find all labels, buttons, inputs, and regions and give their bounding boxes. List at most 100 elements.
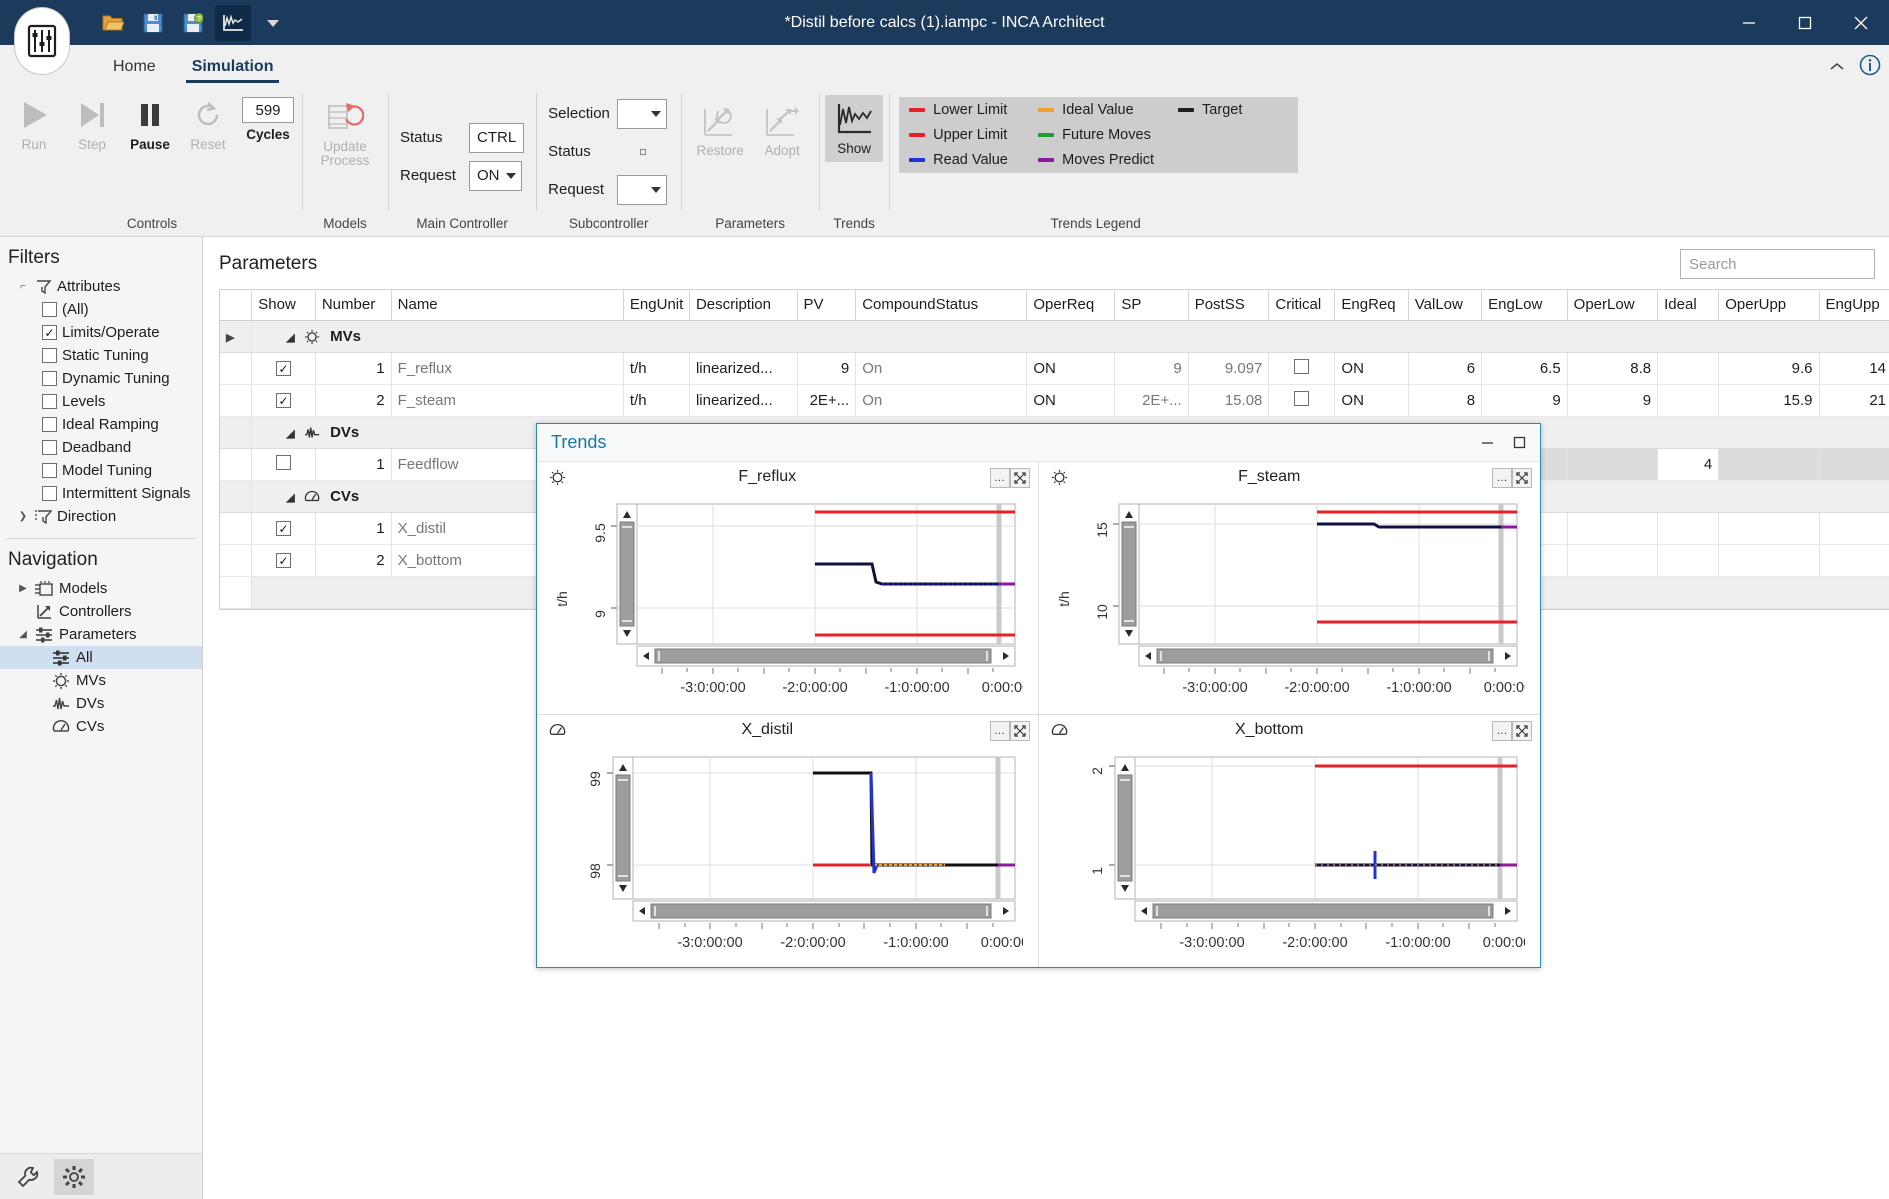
sc-request-select[interactable] <box>617 175 667 205</box>
th-engupp[interactable]: EngUpp <box>1819 290 1889 320</box>
th-compoundstatus[interactable]: CompoundStatus <box>856 290 1027 320</box>
help-button[interactable] <box>1859 54 1881 80</box>
cell-show[interactable] <box>252 448 316 480</box>
sidebar-item-mvs[interactable]: MVs <box>0 669 202 692</box>
restore-button[interactable]: Restore <box>689 99 751 164</box>
adopt-button[interactable]: Adopt <box>753 99 811 164</box>
run-button[interactable]: Run <box>6 91 62 158</box>
chart-expand-button[interactable] <box>1010 468 1030 488</box>
checkbox[interactable] <box>42 302 57 317</box>
minimize-button[interactable] <box>1721 0 1777 45</box>
th-engreq[interactable]: EngReq <box>1335 290 1408 320</box>
th-englow[interactable]: EngLow <box>1482 290 1568 320</box>
open-button[interactable] <box>95 5 131 41</box>
sidebar-item-models[interactable]: ▶ Models <box>0 577 202 600</box>
filter-static-tuning[interactable]: Static Tuning <box>0 344 202 367</box>
search-box[interactable] <box>1680 249 1875 279</box>
sidebar-item-dvs[interactable]: DVs <box>0 692 202 715</box>
chart-more-button[interactable]: … <box>990 721 1010 741</box>
collapse-twisty-icon[interactable]: ⌐ <box>16 281 30 292</box>
chart-more-button[interactable]: … <box>1492 721 1512 741</box>
qat-more-button[interactable] <box>255 5 291 41</box>
th-number[interactable]: Number <box>315 290 391 320</box>
show-trends-button[interactable]: Show <box>825 95 883 162</box>
chart-expand-button[interactable] <box>1512 721 1532 741</box>
cell-show[interactable]: ✓ <box>252 352 316 384</box>
checkbox[interactable] <box>42 394 57 409</box>
reset-button[interactable]: Reset <box>180 91 236 158</box>
tab-simulation[interactable]: Simulation <box>174 51 292 85</box>
cell-show[interactable]: ✓ <box>252 384 316 416</box>
filter-deadband[interactable]: Deadband <box>0 436 202 459</box>
search-input[interactable] <box>1689 256 1866 273</box>
sidebar-item-cvs[interactable]: CVs <box>0 715 202 738</box>
close-button[interactable] <box>1833 0 1889 45</box>
trends-minimize-button[interactable] <box>1472 429 1502 457</box>
th-postss[interactable]: PostSS <box>1188 290 1269 320</box>
checkbox[interactable] <box>42 463 57 478</box>
table-row[interactable]: ✓ 2 F_steam t/h linearized... 2E+... On … <box>220 384 1889 416</box>
cell-critical[interactable] <box>1269 384 1335 416</box>
cycles-value[interactable]: 599 <box>242 97 294 123</box>
th-sp[interactable]: SP <box>1115 290 1188 320</box>
filter-all[interactable]: (All) <box>0 298 202 321</box>
pause-button[interactable]: Pause <box>122 91 178 158</box>
chart-expand-button[interactable] <box>1010 721 1030 741</box>
th-description[interactable]: Description <box>689 290 797 320</box>
trends-maximize-button[interactable] <box>1504 429 1534 457</box>
save-as-button[interactable]: ? <box>175 5 211 41</box>
filter-dynamic-tuning[interactable]: Dynamic Tuning <box>0 367 202 390</box>
chart-expand-button[interactable] <box>1512 468 1532 488</box>
filter-group-attributes[interactable]: ⌐ Attributes <box>0 275 202 298</box>
cell-show[interactable]: ✓ <box>252 512 316 544</box>
step-button[interactable]: Step <box>64 91 120 158</box>
th-operlow[interactable]: OperLow <box>1567 290 1657 320</box>
th-show[interactable]: Show <box>252 290 316 320</box>
th-critical[interactable]: Critical <box>1269 290 1335 320</box>
checkbox[interactable] <box>42 417 57 432</box>
tab-home[interactable]: Home <box>95 51 174 85</box>
settings-button[interactable] <box>54 1159 94 1195</box>
table-row[interactable]: ✓ 1 F_reflux t/h linearized... 9 On ON 9… <box>220 352 1889 384</box>
cycles-button[interactable]: 599 Cycles <box>238 91 298 148</box>
row-indicator[interactable]: ▶ <box>220 320 252 352</box>
group-row-mvs[interactable]: ▶ ◢ MVs <box>220 320 1889 352</box>
cell-critical[interactable] <box>1269 352 1335 384</box>
checkbox[interactable]: ✓ <box>42 325 57 340</box>
filter-intermittent-signals[interactable]: Intermittent Signals <box>0 482 202 505</box>
wrench-button[interactable] <box>8 1159 48 1195</box>
sidebar-item-parameters[interactable]: ◢ Parameters <box>0 623 202 646</box>
filter-levels[interactable]: Levels <box>0 390 202 413</box>
th-operupp[interactable]: OperUpp <box>1719 290 1819 320</box>
filter-limits-operate[interactable]: ✓ Limits/Operate <box>0 321 202 344</box>
filter-model-tuning[interactable]: Model Tuning <box>0 459 202 482</box>
expand-twisty-icon[interactable]: ▶ <box>16 583 30 594</box>
maximize-button[interactable] <box>1777 0 1833 45</box>
th-name[interactable]: Name <box>391 290 623 320</box>
expand-twisty-icon[interactable]: ❯ <box>16 511 30 522</box>
collapse-twisty-icon[interactable]: ◢ <box>16 629 30 640</box>
sidebar-item-controllers[interactable]: Controllers <box>0 600 202 623</box>
chart-more-button[interactable]: … <box>990 468 1010 488</box>
cell-show[interactable]: ✓ <box>252 544 316 576</box>
update-process-button[interactable]: UpdateProcess <box>312 91 378 174</box>
checkbox[interactable] <box>42 348 57 363</box>
th-engunit[interactable]: EngUnit <box>623 290 689 320</box>
mc-request-select[interactable]: ON <box>469 161 522 191</box>
checkbox[interactable] <box>42 440 57 455</box>
sidebar-item-all[interactable]: All <box>0 646 202 669</box>
ribbon-collapse-button[interactable] <box>1829 59 1845 76</box>
trends-quick-button[interactable] <box>215 5 251 41</box>
checkbox[interactable] <box>42 486 57 501</box>
checkbox[interactable] <box>42 371 57 386</box>
th-pv[interactable]: PV <box>797 290 856 320</box>
chart-more-button[interactable]: … <box>1492 468 1512 488</box>
sc-selection-select[interactable] <box>617 99 667 129</box>
filter-group-direction[interactable]: ❯ Direction <box>0 505 202 528</box>
th-ideal[interactable]: Ideal <box>1658 290 1719 320</box>
th-vallow[interactable]: ValLow <box>1408 290 1481 320</box>
filter-ideal-ramping[interactable]: Ideal Ramping <box>0 413 202 436</box>
app-logo[interactable] <box>15 8 69 74</box>
th-operreq[interactable]: OperReq <box>1027 290 1115 320</box>
save-button[interactable] <box>135 5 171 41</box>
